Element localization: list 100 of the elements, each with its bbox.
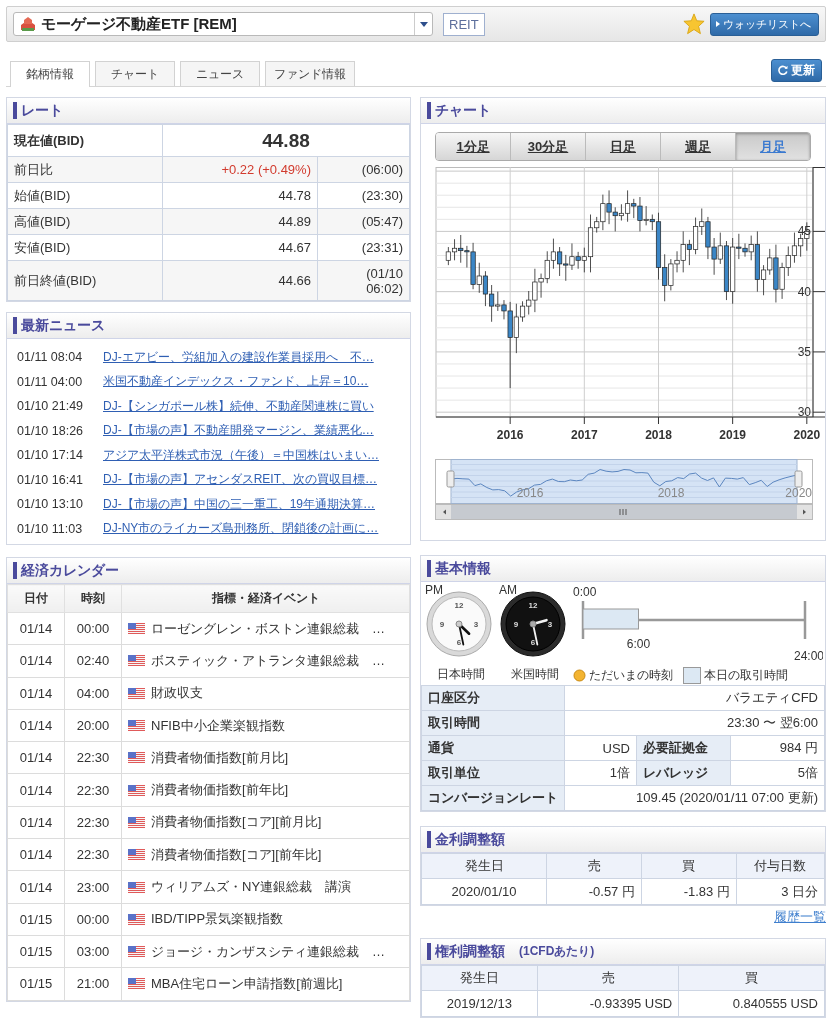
table-cell: 0.840555 USD xyxy=(678,990,825,1017)
event-name: ウィリアムズ・NY連銀総裁 講演 xyxy=(151,878,352,896)
date-cell: 01/14 xyxy=(7,644,65,678)
clock-numeral: 12 xyxy=(454,601,464,610)
time-cell: 21:00 xyxy=(64,967,122,1001)
column-header: 発生日 xyxy=(421,965,538,991)
flag-icon xyxy=(128,752,145,764)
timeline-label: 0:00 xyxy=(573,585,597,599)
legend-label: ただいまの時刻 xyxy=(589,667,673,684)
info-label: コンバージョンレート xyxy=(421,785,565,811)
column-header: 売 xyxy=(546,853,642,879)
time-cell: 22:30 xyxy=(64,806,122,839)
tab[interactable]: 銘柄情報 xyxy=(10,61,90,87)
panel-title: 経済カレンダー xyxy=(13,562,119,579)
change-value: +0.22 (+0.49%) xyxy=(162,156,318,183)
news-link[interactable]: DJ-【市場の声】アセンダスREIT、次の買収目標… xyxy=(103,471,377,489)
flag-icon xyxy=(128,816,145,828)
info-value: USD xyxy=(564,735,637,761)
period-tab[interactable]: 週足 xyxy=(661,133,736,160)
info-value: 5倍 xyxy=(730,760,825,786)
time-cell: 02:40 xyxy=(64,644,122,678)
date-cell: 01/14 xyxy=(7,741,65,774)
triangle-icon xyxy=(716,21,720,27)
flag-icon xyxy=(128,881,145,893)
flag-icon xyxy=(128,720,145,732)
column-header: 発生日 xyxy=(421,853,547,879)
symbol-title: モーゲージ不動産ETF [REM] xyxy=(40,14,238,34)
table-cell: -1.83 円 xyxy=(641,878,737,905)
column-header: 買 xyxy=(641,853,737,879)
axis-label: 2016 xyxy=(496,428,524,442)
column-header: 買 xyxy=(678,965,825,991)
rate-label: 前日比 xyxy=(7,156,163,183)
period-tab[interactable]: 日足 xyxy=(586,133,661,160)
rate-label: 現在値(BID) xyxy=(7,124,163,157)
event-name: IBD/TIPP景気楽観指数 xyxy=(151,910,284,929)
tab[interactable]: チャート xyxy=(95,61,175,86)
period-tab[interactable]: 30分足 xyxy=(511,133,586,160)
rate-label: 高値(BID) xyxy=(7,208,163,235)
info-label: 口座区分 xyxy=(421,685,565,711)
time-cell: 22:30 xyxy=(64,741,122,774)
flag-icon xyxy=(128,655,145,667)
range-handle[interactable] xyxy=(446,470,455,488)
date-cell: 01/15 xyxy=(7,967,65,1001)
axis-label: 2020 xyxy=(785,486,812,500)
info-label: 必要証拠金 xyxy=(636,735,731,761)
time-cell: 20:00 xyxy=(64,709,122,742)
axis-label: 40 xyxy=(797,284,811,299)
event-name: ボスティック・アトランタ連銀総裁 … xyxy=(151,651,385,670)
swatch-icon xyxy=(683,667,701,684)
news-link[interactable]: 米国不動産インデックス・ファンド、上昇＝10… xyxy=(103,373,369,391)
clock-numeral: 6 xyxy=(530,638,536,647)
rate-time: (01/10 06:02) xyxy=(365,265,403,296)
table-cell: -0.57 円 xyxy=(546,878,642,905)
column-header: 指標・経済イベント xyxy=(121,584,410,613)
flag-icon xyxy=(128,849,145,861)
column-header: 売 xyxy=(537,965,679,991)
event-name: ローゼングレン・ボストン連銀総裁 … xyxy=(151,619,385,638)
period-tab[interactable]: 1分足 xyxy=(436,133,511,160)
tab[interactable]: ファンド情報 xyxy=(265,61,355,86)
news-link[interactable]: DJ-【シンガポール株】続伸、不動産関連株に買い xyxy=(103,397,374,415)
news-link[interactable]: DJ-NY市のライカーズ島刑務所、閉鎖後の計画に… xyxy=(103,520,379,538)
watchlist-button[interactable]: ウォッチリストへ xyxy=(710,12,819,36)
current-price: 44.88 xyxy=(162,124,410,157)
clock-numeral: 3 xyxy=(473,620,479,629)
date-cell: 01/14 xyxy=(7,806,65,839)
time-cell: 22:30 xyxy=(64,774,122,807)
meridiem-label: PM xyxy=(425,584,443,596)
event-name: MBA住宅ローン申請指数[前週比] xyxy=(151,974,343,993)
axis-label: 2020 xyxy=(793,428,821,442)
column-header: 日付 xyxy=(7,584,65,613)
news-link[interactable]: DJ-【市場の声】不動産開発マージン、業績悪化… xyxy=(103,422,374,440)
panel-title: 基本情報 xyxy=(427,560,491,577)
flag-icon xyxy=(128,784,145,796)
news-link[interactable]: アジア太平洋株式市況（午後）＝中国株はいまい… xyxy=(103,446,379,464)
star-icon[interactable] xyxy=(683,13,705,35)
rate-time: (05:47) xyxy=(360,214,403,229)
info-value: 984 円 xyxy=(730,735,825,761)
news-time: 01/11 08:04 xyxy=(17,350,84,365)
clock-numeral: 3 xyxy=(547,620,553,629)
info-label: 通貨 xyxy=(421,735,565,761)
panel-title: 金利調整額 xyxy=(427,831,505,848)
rate-value: 44.67 xyxy=(162,234,318,261)
news-time: 01/10 17:14 xyxy=(17,448,85,463)
news-link[interactable]: DJ-エアビー、労組加入の建設作業員採用へ 不… xyxy=(103,348,374,366)
time-cell: 03:00 xyxy=(64,935,122,968)
refresh-button[interactable]: 更新 xyxy=(771,58,822,82)
date-cell: 01/14 xyxy=(7,709,65,742)
history-link[interactable]: 履歴一覧 xyxy=(774,909,826,924)
date-cell: 01/14 xyxy=(7,774,65,807)
date-cell: 01/14 xyxy=(7,612,65,645)
tab[interactable]: ニュース xyxy=(180,61,260,86)
date-cell: 01/15 xyxy=(7,935,65,968)
scrollbar[interactable] xyxy=(435,504,813,520)
news-link[interactable]: DJ-【市場の声】中国の三一重工、19年通期決算… xyxy=(103,495,375,513)
time-cell: 00:00 xyxy=(64,903,122,936)
range-handle[interactable] xyxy=(794,470,803,488)
clock-numeral: 12 xyxy=(528,601,538,610)
info-label: 取引単位 xyxy=(421,760,565,786)
symbol-select[interactable]: モーゲージ不動産ETF [REM] xyxy=(13,12,433,36)
building-icon xyxy=(19,15,37,33)
